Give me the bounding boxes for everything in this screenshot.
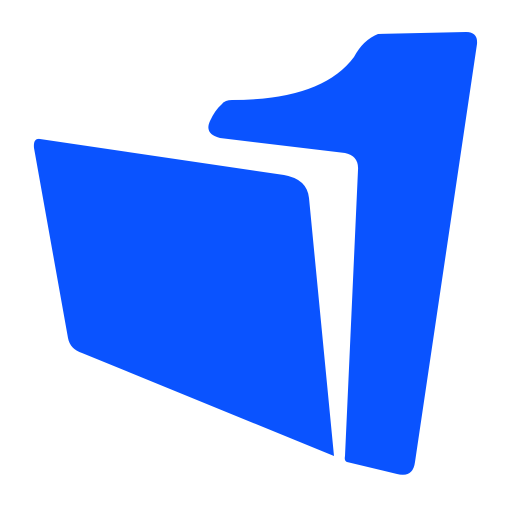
folder-shape xyxy=(33,138,334,456)
folder-one-logo-icon xyxy=(33,32,478,475)
app-icon-canvas xyxy=(0,0,512,512)
